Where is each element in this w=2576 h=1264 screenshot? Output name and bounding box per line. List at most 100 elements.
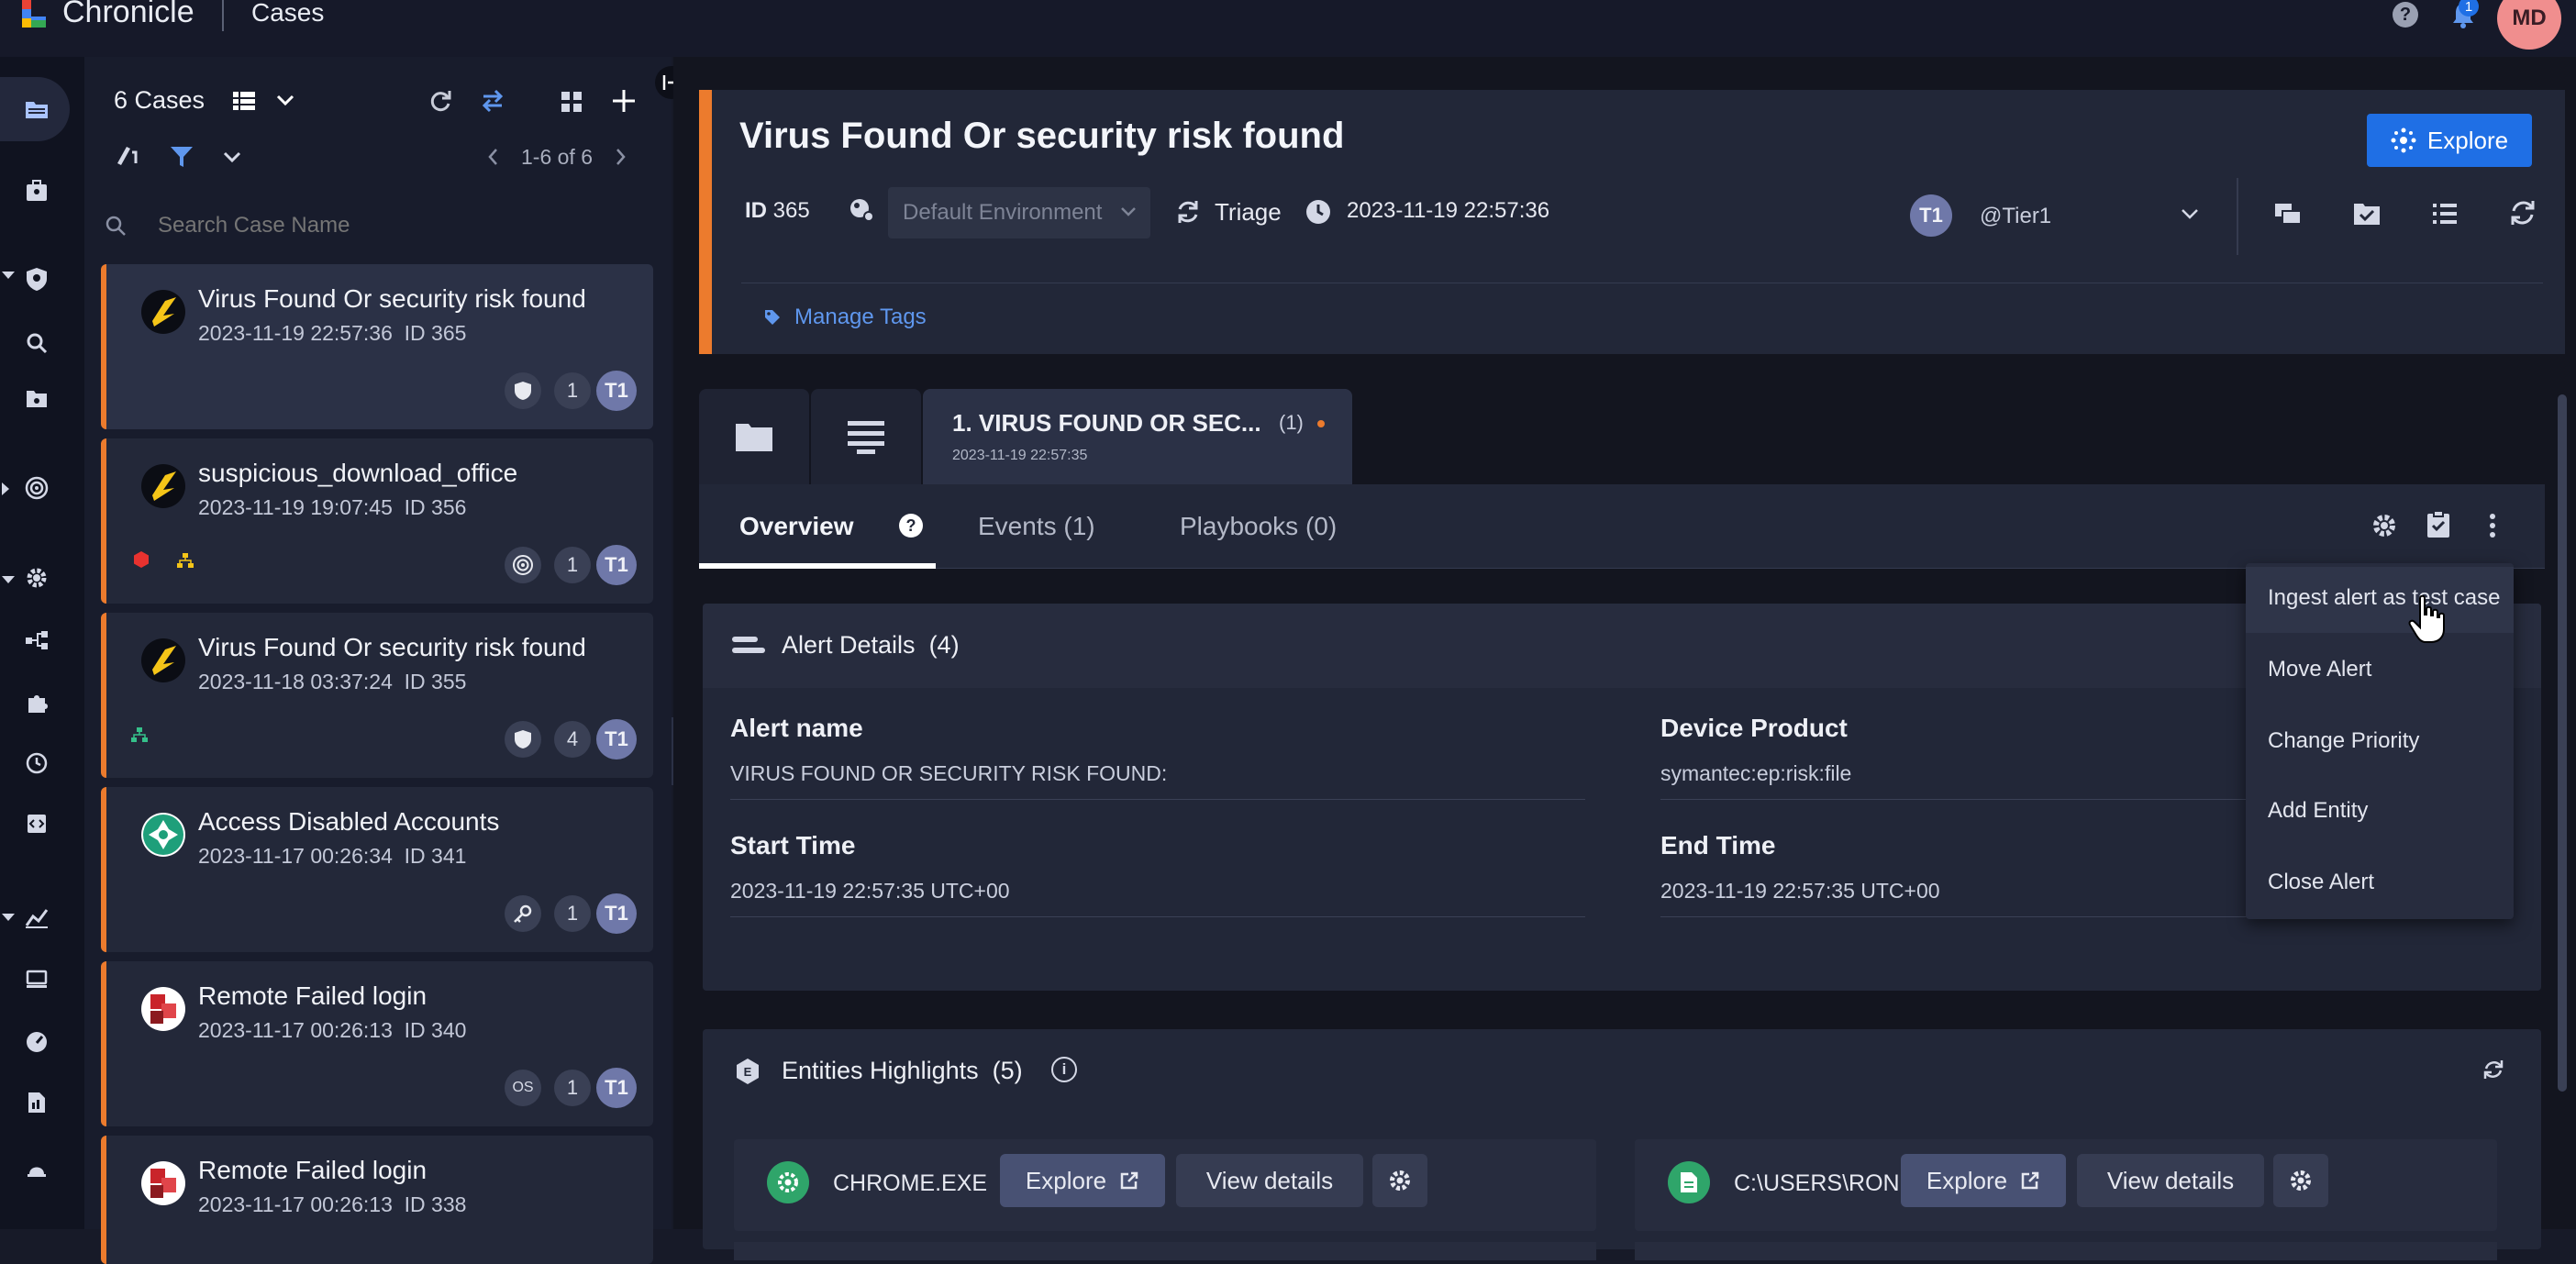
entity-explore-button[interactable]: Explore xyxy=(1901,1154,2066,1207)
nav-expand-caret-icon[interactable] xyxy=(2,914,15,921)
nav-integrations-puzzle-icon[interactable] xyxy=(18,684,55,721)
refresh-list-icon[interactable] xyxy=(427,88,453,114)
entity-settings-button[interactable] xyxy=(1372,1154,1427,1207)
nav-workdesk-icon[interactable] xyxy=(18,172,55,209)
next-page-chevron-icon[interactable] xyxy=(615,147,627,167)
clipboard-check-icon[interactable] xyxy=(2426,510,2451,539)
filter-dropdown-chevron-icon[interactable] xyxy=(222,150,242,163)
tier-badge: T1 xyxy=(596,719,637,760)
case-wall-tab[interactable] xyxy=(699,389,809,484)
case-title: Remote Failed login xyxy=(198,1156,427,1184)
case-list-panel: 6 Cases 1-6 of 6 Virus Found Or security… xyxy=(84,57,672,1264)
nav-reports-icon[interactable] xyxy=(18,1084,55,1121)
view-toggle-list-icon[interactable] xyxy=(231,90,257,112)
case-card[interactable]: Remote Failed login 2023-11-17 00:26:13 … xyxy=(101,961,653,1126)
menu-ingest-alert-as-test-case[interactable]: Ingest alert as test case xyxy=(2268,585,2500,611)
menu-close-alert[interactable]: Close Alert xyxy=(2268,870,2374,895)
tab-playbooks[interactable]: Playbooks (0) xyxy=(1180,512,1337,541)
alert-tab-count: (1) xyxy=(1279,411,1304,434)
nav-investigate-folder-icon[interactable] xyxy=(18,380,55,416)
nav-user-icon[interactable] xyxy=(18,1148,55,1185)
view-dropdown-chevron-icon[interactable] xyxy=(275,94,295,106)
info-icon[interactable]: i xyxy=(1051,1057,1077,1082)
case-id: ID 356 xyxy=(404,495,467,519)
left-navigation xyxy=(0,57,84,1229)
add-case-plus-icon[interactable] xyxy=(611,88,637,114)
alert-tab[interactable]: 1. VIRUS FOUND OR SEC... (1) 2023-11-19 … xyxy=(923,389,1352,488)
user-avatar[interactable]: MD xyxy=(2497,0,2561,50)
assignee-badge: T1 xyxy=(1910,194,1952,237)
more-vert-icon[interactable] xyxy=(2488,512,2497,539)
entity-view-details-button[interactable]: View details xyxy=(1176,1154,1363,1207)
gear-icon xyxy=(2288,1168,2314,1193)
prev-page-chevron-icon[interactable] xyxy=(486,147,499,167)
case-id: ID 341 xyxy=(404,844,467,868)
nav-dashboard-gauge-icon[interactable] xyxy=(18,1024,55,1060)
case-card[interactable]: Access Disabled Accounts 2023-11-17 00:2… xyxy=(101,787,653,952)
environment-select[interactable]: Default Environment xyxy=(888,187,1150,238)
tab-events[interactable]: Events (1) xyxy=(978,512,1095,541)
nav-workflow-icon[interactable] xyxy=(18,622,55,659)
case-title: Access Disabled Accounts xyxy=(198,807,500,836)
app-name: Chronicle xyxy=(62,0,194,29)
nav-code-icon[interactable] xyxy=(18,805,55,842)
main-scrollbar[interactable] xyxy=(2558,394,2567,1092)
assignee-select[interactable]: @Tier1 xyxy=(1980,196,2218,235)
case-date: 2023-11-17 00:26:34 ID 341 xyxy=(198,844,466,869)
bulk-edit-icon[interactable] xyxy=(114,143,139,167)
filter-funnel-icon[interactable] xyxy=(169,145,194,169)
tab-overview[interactable]: Overview xyxy=(739,512,854,541)
manage-tags-link[interactable]: Manage Tags xyxy=(763,305,927,330)
chevron-down-icon xyxy=(1119,205,1138,218)
nav-settings-gear-icon[interactable] xyxy=(18,560,55,596)
case-card[interactable]: Remote Failed login 2023-11-17 00:26:13 … xyxy=(101,1136,653,1264)
sort-swap-icon[interactable] xyxy=(481,88,505,114)
entity-view-details-button[interactable]: View details xyxy=(2077,1154,2264,1207)
nav-search-icon[interactable] xyxy=(18,325,55,361)
environment-icon xyxy=(846,194,877,226)
nav-radar-icon[interactable] xyxy=(18,470,55,506)
entity-explore-button[interactable]: Explore xyxy=(1000,1154,1165,1207)
case-date-value: 2023-11-17 00:26:34 xyxy=(198,844,393,868)
timeline-tab[interactable] xyxy=(811,389,921,484)
help-icon[interactable]: ? xyxy=(899,514,923,538)
refresh-icon[interactable] xyxy=(2508,198,2537,227)
hierarchy-yellow-icon xyxy=(176,552,194,569)
nav-analytics-chart-icon[interactable] xyxy=(18,899,55,936)
menu-change-priority[interactable]: Change Priority xyxy=(2268,728,2419,754)
green-cross-avatar-icon xyxy=(141,813,185,857)
folder-icon xyxy=(18,91,55,128)
red-blocks-avatar-icon xyxy=(141,1161,185,1205)
search-case-input[interactable] xyxy=(158,207,635,244)
entity-explore-label: Explore xyxy=(1025,1166,1107,1194)
chat-icon[interactable] xyxy=(2273,202,2303,229)
nav-expand-caret-icon[interactable] xyxy=(2,272,15,279)
chronicle-logo-icon[interactable] xyxy=(18,0,51,31)
entities-refresh-icon[interactable] xyxy=(2482,1059,2504,1081)
case-card[interactable]: suspicious_download_office 2023-11-19 19… xyxy=(101,438,653,604)
nav-history-clock-icon[interactable] xyxy=(18,745,55,782)
section-title: Cases xyxy=(251,0,325,27)
chevron-down-icon xyxy=(2180,207,2200,220)
menu-add-entity[interactable]: Add Entity xyxy=(2268,798,2368,824)
nav-expand-caret-icon[interactable] xyxy=(2,482,9,495)
list-icon[interactable] xyxy=(2431,202,2459,226)
nav-detection-shield-icon[interactable] xyxy=(18,261,55,297)
nav-cases-item[interactable] xyxy=(0,77,70,141)
case-card[interactable]: Virus Found Or security risk found 2023-… xyxy=(101,264,653,429)
nav-monitor-icon[interactable] xyxy=(18,961,55,998)
tier-badge: T1 xyxy=(596,545,637,585)
case-card[interactable]: Virus Found Or security risk found 2023-… xyxy=(101,613,653,778)
case-stage[interactable]: Triage xyxy=(1215,198,1282,227)
explore-button[interactable]: Explore xyxy=(2367,114,2532,167)
entity-hexagon-icon: E xyxy=(734,1057,761,1086)
help-circle-icon[interactable]: ? xyxy=(2393,2,2418,28)
menu-move-alert[interactable]: Move Alert xyxy=(2268,657,2371,682)
nav-expand-caret-icon[interactable] xyxy=(2,576,15,583)
task-check-icon[interactable] xyxy=(2352,200,2382,227)
collapse-lines-icon[interactable] xyxy=(732,635,765,655)
grid-view-icon[interactable] xyxy=(560,90,583,114)
entity-settings-button[interactable] xyxy=(2273,1154,2328,1207)
alert-settings-gear-icon[interactable] xyxy=(2371,512,2398,539)
alert-details-count: (4) xyxy=(928,631,960,659)
